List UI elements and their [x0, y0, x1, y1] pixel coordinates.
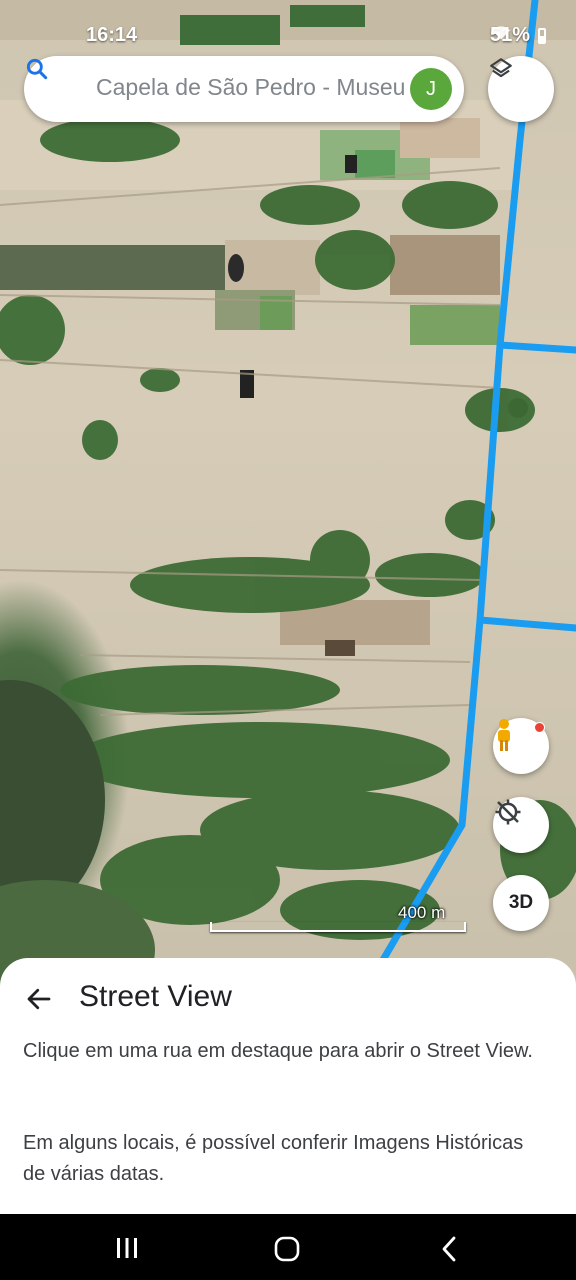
field-parcel — [325, 640, 355, 656]
layers-icon — [490, 58, 512, 78]
location-off-icon — [495, 799, 521, 825]
field-parcel — [0, 245, 225, 290]
street-view-road-branch — [476, 616, 576, 632]
status-bar: 16:14 51% — [0, 18, 576, 54]
search-icon[interactable] — [24, 56, 50, 82]
sheet-title: Street View — [79, 980, 232, 1013]
back-icon[interactable] — [440, 1236, 458, 1262]
sheet-description-historical: Em alguns locais, é possível conferir Im… — [23, 1132, 524, 1185]
wifi-icon — [491, 26, 511, 40]
street-view-sheet: Street View Clique em uma rua em destaqu… — [0, 958, 576, 1214]
scale-label: 400 m — [398, 903, 446, 922]
map-imagery — [0, 0, 576, 1000]
satellite-map[interactable]: 16:14 51% Capela de São Pedro - Museu J — [0, 0, 576, 1000]
tilt-3d-button[interactable]: 3D — [493, 875, 549, 931]
pond — [228, 254, 244, 282]
street-view-button[interactable] — [493, 718, 549, 774]
pond — [345, 155, 357, 173]
recents-icon[interactable] — [114, 1236, 140, 1260]
status-icons: 51% — [490, 24, 546, 47]
status-time: 16:14 — [86, 24, 138, 46]
system-nav-bar — [0, 1214, 576, 1280]
avatar[interactable]: J — [410, 68, 452, 110]
field-parcel — [410, 305, 500, 345]
field-parcel — [355, 150, 395, 178]
battery-icon — [538, 27, 546, 44]
street-view-road-branch — [496, 341, 576, 354]
sheet-description: Clique em uma rua em destaque para abrir… — [23, 1040, 533, 1062]
search-input[interactable]: Capela de São Pedro - Museu — [96, 74, 416, 101]
search-bar[interactable]: Capela de São Pedro - Museu J — [24, 56, 464, 122]
scale-bar — [210, 922, 466, 932]
home-icon[interactable] — [274, 1236, 300, 1262]
field-parcel — [390, 235, 500, 295]
field-parcel — [400, 118, 480, 158]
my-location-button[interactable] — [493, 797, 549, 853]
pegman-icon — [498, 719, 510, 751]
back-arrow-icon[interactable] — [24, 984, 54, 1014]
layers-button[interactable] — [488, 56, 554, 122]
notification-dot — [534, 722, 545, 733]
screen: 16:14 51% Capela de São Pedro - Museu J — [0, 0, 576, 1280]
